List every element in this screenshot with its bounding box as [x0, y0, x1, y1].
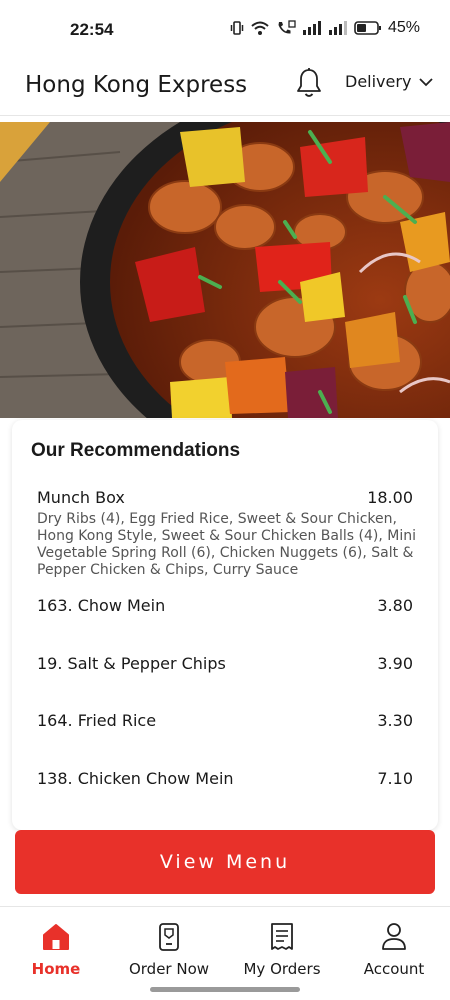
- wifi-call-icon: [278, 20, 296, 34]
- menu-item-name: Munch Box: [37, 488, 125, 507]
- menu-item-munch-box[interactable]: Munch Box 18.00 Dry Ribs (4), Egg Fried …: [37, 488, 416, 579]
- battery-percent: 45%: [387, 19, 420, 36]
- wifi-icon: [251, 21, 269, 35]
- nav-home[interactable]: Home: [0, 921, 112, 978]
- menu-item-fried-rice[interactable]: 164. Fried Rice 3.30: [37, 711, 413, 730]
- chevron-down-icon: [419, 77, 434, 86]
- receipt-icon: [271, 923, 293, 950]
- view-menu-button[interactable]: View Menu: [15, 830, 435, 894]
- order-type-dropdown[interactable]: Delivery: [345, 72, 434, 91]
- menu-item-name: 164. Fried Rice: [37, 711, 157, 730]
- home-indicator[interactable]: [150, 987, 300, 992]
- menu-item-price: 3.80: [377, 596, 413, 615]
- menu-item-price: 18.00: [367, 488, 413, 507]
- status-time: 22:54: [70, 20, 114, 39]
- menu-item-name: 138. Chicken Chow Mein: [37, 769, 234, 788]
- nav-label: My Orders: [243, 960, 321, 978]
- app-header: Hong Kong Express Delivery: [0, 60, 450, 116]
- nav-label: Account: [363, 960, 425, 978]
- nav-account[interactable]: Account: [338, 921, 450, 978]
- bottom-nav: Home Order Now My Orders Account: [0, 906, 450, 1000]
- battery-icon: [354, 21, 381, 35]
- signal-icon: [302, 21, 321, 35]
- recommendations-title: Our Recommendations: [31, 440, 241, 461]
- nav-label: Order Now: [128, 960, 210, 978]
- nav-my-orders[interactable]: My Orders: [226, 921, 338, 978]
- menu-item-price: 3.30: [377, 711, 413, 730]
- recommendations-card: Our Recommendations Munch Box 18.00 Dry …: [12, 420, 438, 830]
- menu-item-price: 7.10: [377, 769, 413, 788]
- menu-item-chicken-chow-mein[interactable]: 138. Chicken Chow Mein 7.10: [37, 769, 413, 788]
- status-icons: 45%: [230, 19, 420, 37]
- menu-item-name: 163. Chow Mein: [37, 596, 166, 615]
- menu-item-price: 3.90: [377, 654, 413, 673]
- status-bar: 22:54 45%: [0, 0, 450, 60]
- menu-item-salt-pepper-chips[interactable]: 19. Salt & Pepper Chips 3.90: [37, 654, 413, 673]
- order-icon: [159, 923, 179, 951]
- menu-item-chow-mein[interactable]: 163. Chow Mein 3.80: [37, 596, 413, 615]
- vibrate-icon: [230, 21, 244, 35]
- app-title: Hong Kong Express: [25, 72, 248, 98]
- menu-item-name: 19. Salt & Pepper Chips: [37, 654, 226, 673]
- app-screen: 22:54 45% Hong Kong Express Delivery Our…: [0, 0, 450, 1000]
- bell-icon[interactable]: [295, 67, 323, 99]
- signal-icon-2: [328, 21, 347, 35]
- nav-order-now[interactable]: Order Now: [113, 921, 225, 978]
- hero-food-image: [0, 122, 450, 418]
- nav-label: Home: [31, 960, 81, 978]
- user-icon: [382, 923, 406, 950]
- order-type-label: Delivery: [345, 72, 412, 91]
- home-icon: [43, 924, 69, 950]
- menu-item-description: Dry Ribs (4), Egg Fried Rice, Sweet & So…: [37, 511, 416, 578]
